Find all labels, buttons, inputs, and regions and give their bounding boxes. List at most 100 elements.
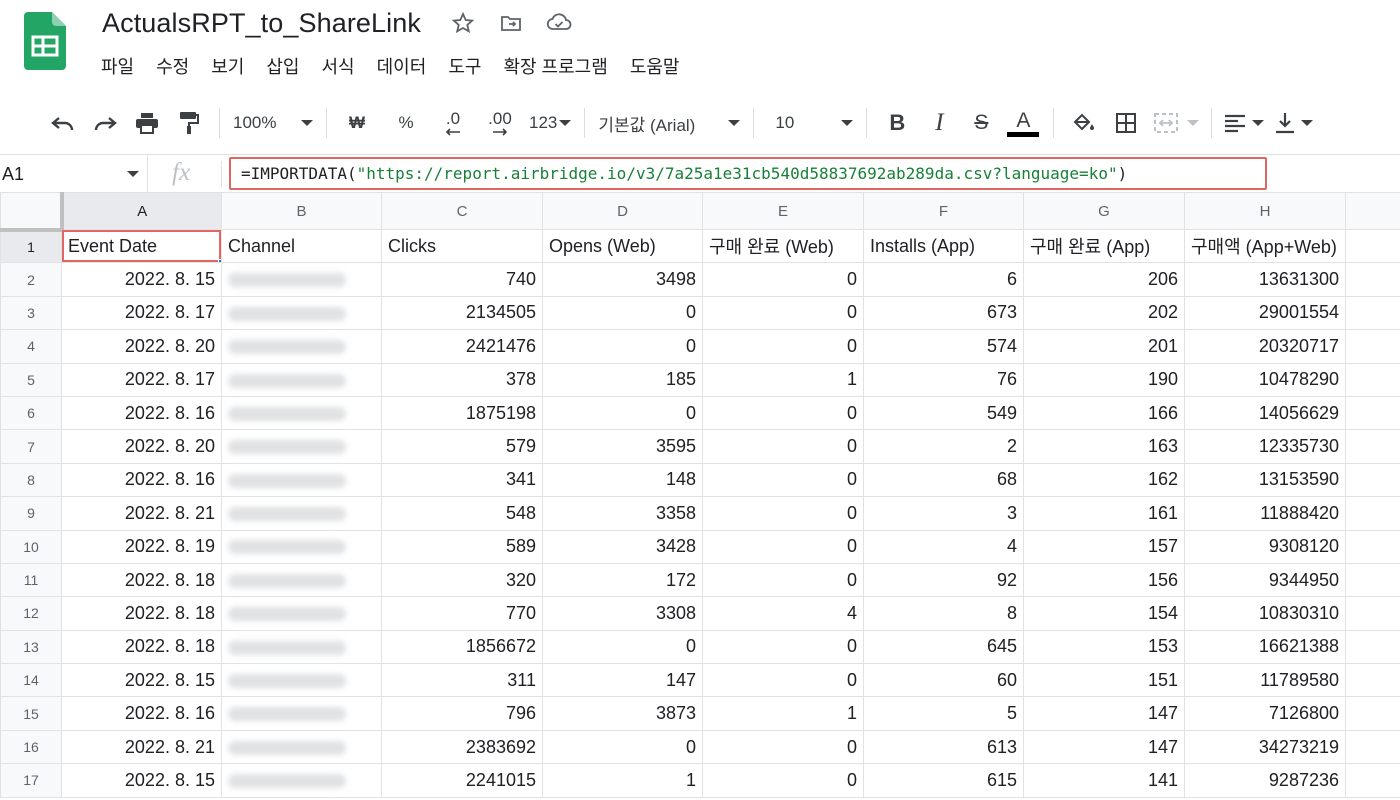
cell-event-date[interactable]: 2022. 8. 16 [61, 395, 222, 431]
cell-channel-redacted[interactable] [221, 295, 382, 331]
borders-icon[interactable] [1108, 105, 1144, 141]
empty-cell[interactable] [1345, 395, 1400, 431]
cell-revenue[interactable]: 10478290 [1184, 362, 1346, 397]
italic-button[interactable]: I [921, 105, 957, 141]
cell-event-date[interactable]: 2022. 8. 15 [61, 663, 222, 698]
strikethrough-button[interactable]: S [963, 105, 999, 141]
cell-installs-app[interactable]: 673 [863, 295, 1024, 331]
cell-purchase-web[interactable]: 0 [702, 329, 864, 364]
empty-cell[interactable] [1345, 262, 1400, 297]
cell-revenue[interactable]: 20320717 [1184, 329, 1346, 364]
cell-installs-app[interactable]: 76 [863, 362, 1024, 397]
more-formats-select[interactable]: 123 [525, 105, 575, 141]
cell-installs-app[interactable]: 6 [863, 262, 1024, 297]
cell-purchase-app[interactable]: 190 [1023, 362, 1185, 397]
cell-purchase-app[interactable]: 162 [1023, 462, 1185, 498]
cell-opens-web[interactable]: 148 [542, 462, 703, 498]
cell-installs-app[interactable]: 5 [863, 696, 1024, 731]
empty-cell[interactable] [1345, 329, 1400, 364]
cell-revenue[interactable]: 13631300 [1184, 262, 1346, 297]
menu-view[interactable]: 보기 [200, 53, 255, 79]
column-header-g[interactable]: G [1023, 192, 1185, 230]
cell-purchase-app[interactable]: 201 [1023, 329, 1185, 364]
cell-opens-web[interactable]: 147 [542, 663, 703, 698]
zoom-select[interactable]: 100% [229, 105, 317, 141]
cell-revenue[interactable]: 9344950 [1184, 562, 1346, 598]
cell-purchase-app[interactable]: 141 [1023, 763, 1185, 798]
cell-event-date[interactable]: 2022. 8. 18 [61, 562, 222, 598]
cell-opens-web[interactable]: 3873 [542, 696, 703, 731]
cell-clicks[interactable]: 770 [381, 596, 543, 631]
cell-purchase-web[interactable]: 0 [702, 262, 864, 297]
row-header[interactable]: 9 [0, 496, 62, 531]
cell-purchase-web[interactable]: 4 [702, 596, 864, 631]
cell-channel-redacted[interactable] [221, 329, 382, 364]
empty-cell[interactable] [1345, 228, 1400, 264]
cell-revenue[interactable]: 14056629 [1184, 395, 1346, 431]
empty-cell[interactable] [1345, 562, 1400, 598]
cell-channel-redacted[interactable] [221, 596, 382, 631]
cell-opens-web[interactable]: 3498 [542, 262, 703, 297]
row-header[interactable]: 17 [0, 763, 62, 798]
cell-clicks[interactable]: 2421476 [381, 329, 543, 364]
cell-installs-app[interactable]: 613 [863, 729, 1024, 765]
cell-event-date[interactable]: 2022. 8. 18 [61, 596, 222, 631]
empty-cell[interactable] [1345, 529, 1400, 564]
column-header-a[interactable]: A [61, 192, 222, 230]
row-header[interactable]: 1 [0, 228, 62, 264]
cell-event-date[interactable]: 2022. 8. 18 [61, 629, 222, 665]
cell-purchase-app[interactable]: 154 [1023, 596, 1185, 631]
cell-clicks[interactable]: 341 [381, 462, 543, 498]
column-header-f[interactable]: F [863, 192, 1024, 230]
cell-revenue[interactable]: 11888420 [1184, 496, 1346, 531]
cell-clicks[interactable]: 1856672 [381, 629, 543, 665]
cell-installs-app[interactable]: 60 [863, 663, 1024, 698]
formula-input[interactable]: =IMPORTDATA("https://report.airbridge.io… [229, 157, 1267, 190]
header-cell[interactable]: Installs (App) [863, 228, 1024, 264]
menu-insert[interactable]: 삽입 [255, 53, 310, 79]
cell-revenue[interactable]: 13153590 [1184, 462, 1346, 498]
fill-color-icon[interactable] [1066, 105, 1102, 141]
menu-extensions[interactable]: 확장 프로그램 [492, 53, 618, 79]
cell-opens-web[interactable]: 185 [542, 362, 703, 397]
cell-purchase-web[interactable]: 0 [702, 763, 864, 798]
empty-cell[interactable] [1345, 596, 1400, 631]
cell-channel-redacted[interactable] [221, 395, 382, 431]
cell-channel-redacted[interactable] [221, 362, 382, 397]
cell-opens-web[interactable]: 1 [542, 763, 703, 798]
row-header[interactable]: 2 [0, 262, 62, 297]
cell-event-date[interactable]: 2022. 8. 15 [61, 262, 222, 297]
empty-cell[interactable] [1345, 663, 1400, 698]
undo-icon[interactable] [45, 105, 81, 141]
cell-clicks[interactable]: 2241015 [381, 763, 543, 798]
cell-channel-redacted[interactable] [221, 262, 382, 297]
header-cell[interactable]: 구매 완료 (App) [1023, 228, 1185, 264]
cloud-saved-icon[interactable] [546, 10, 572, 36]
cell-clicks[interactable]: 311 [381, 663, 543, 698]
cell-opens-web[interactable]: 0 [542, 395, 703, 431]
cell-clicks[interactable]: 548 [381, 496, 543, 531]
cell-purchase-web[interactable]: 0 [702, 529, 864, 564]
cell-channel-redacted[interactable] [221, 663, 382, 698]
cell-clicks[interactable]: 796 [381, 696, 543, 731]
cell-clicks[interactable]: 740 [381, 262, 543, 297]
cell-opens-web[interactable]: 0 [542, 629, 703, 665]
header-cell[interactable]: Opens (Web) [542, 228, 703, 264]
document-title[interactable]: ActualsRPT_to_ShareLink [102, 8, 421, 39]
cell-revenue[interactable]: 29001554 [1184, 295, 1346, 331]
empty-cell[interactable] [1345, 763, 1400, 798]
cell-purchase-app[interactable]: 156 [1023, 562, 1185, 598]
cell-installs-app[interactable]: 8 [863, 596, 1024, 631]
cell-revenue[interactable]: 11789580 [1184, 663, 1346, 698]
cell-purchase-web[interactable]: 0 [702, 462, 864, 498]
row-header[interactable]: 11 [0, 562, 62, 598]
row-header[interactable]: 8 [0, 462, 62, 498]
cell-purchase-app[interactable]: 151 [1023, 663, 1185, 698]
cell-channel-redacted[interactable] [221, 696, 382, 731]
row-header[interactable]: 14 [0, 663, 62, 698]
cell-clicks[interactable]: 579 [381, 429, 543, 464]
paint-format-icon[interactable] [171, 105, 207, 141]
cell-purchase-web[interactable]: 0 [702, 629, 864, 665]
cell-clicks[interactable]: 2134505 [381, 295, 543, 331]
cell-purchase-app[interactable]: 153 [1023, 629, 1185, 665]
